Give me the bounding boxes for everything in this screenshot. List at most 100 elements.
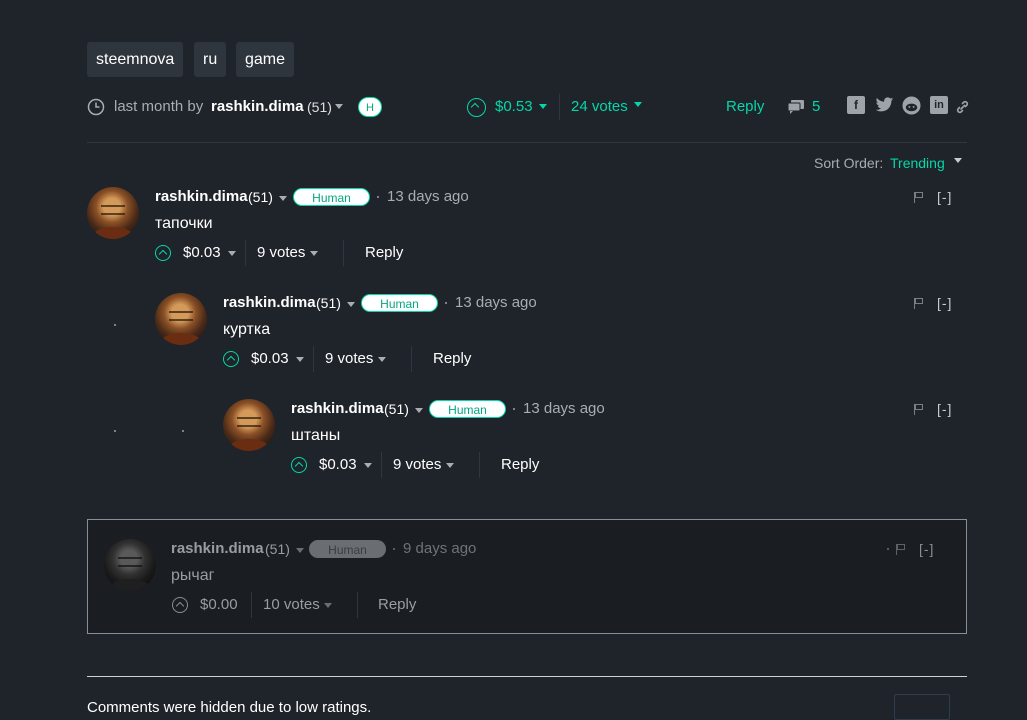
author-rep: (51): [384, 401, 409, 417]
collapse-toggle[interactable]: [-]: [937, 189, 952, 205]
sort-label: Sort Order:: [814, 155, 884, 171]
post-reply-link[interactable]: Reply: [726, 96, 764, 118]
comment-votes[interactable]: 10 votes: [263, 596, 320, 613]
comment-votes[interactable]: 9 votes: [325, 350, 373, 367]
payout-dropdown-icon[interactable]: [296, 357, 304, 362]
tag-steemnova[interactable]: steemnova: [87, 42, 184, 77]
upvote-icon[interactable]: [223, 351, 239, 367]
sort-value[interactable]: Trending: [890, 155, 945, 171]
footer-divider: [87, 676, 967, 677]
comment-payout[interactable]: $0.03: [319, 456, 357, 473]
tag-ru[interactable]: ru: [194, 42, 227, 77]
post-votes[interactable]: 24 votes: [571, 96, 628, 118]
author-rep: (51): [265, 541, 290, 557]
header-divider: [87, 142, 967, 143]
comment-body: рычаг: [171, 567, 215, 584]
author-dropdown-icon[interactable]: [279, 196, 287, 201]
clock-icon: [87, 98, 105, 116]
comment-payout[interactable]: $0.00: [200, 596, 238, 613]
reply-button[interactable]: Reply: [365, 244, 403, 261]
upvote-icon[interactable]: [172, 597, 188, 613]
author-dropdown-icon[interactable]: [347, 302, 355, 307]
facebook-icon[interactable]: f: [847, 96, 865, 114]
twitter-icon[interactable]: [875, 97, 894, 113]
votes-dropdown-icon[interactable]: [378, 357, 386, 362]
comment-author[interactable]: rashkin.dima: [171, 540, 264, 557]
author-rep: (51): [248, 189, 273, 205]
human-badge: Human: [309, 540, 386, 558]
collapse-toggle[interactable]: [-]: [937, 401, 952, 417]
avatar[interactable]: [155, 293, 207, 345]
tag-game[interactable]: game: [236, 42, 295, 77]
reddit-icon[interactable]: [902, 96, 921, 115]
author-dropdown-icon[interactable]: [296, 548, 304, 553]
post-author[interactable]: rashkin.dima: [211, 96, 304, 118]
collapse-toggle[interactable]: [-]: [937, 295, 952, 311]
flag-icon[interactable]: [914, 298, 924, 309]
upvote-icon[interactable]: [291, 457, 307, 473]
reply-separator: [411, 346, 412, 372]
comment-author[interactable]: rashkin.dima: [291, 400, 384, 417]
sort-dropdown-icon[interactable]: [954, 158, 962, 163]
vote-separator: [251, 592, 252, 618]
comment-time: 13 days ago: [455, 294, 537, 311]
vote-separator: [313, 346, 314, 372]
separator-dot: [393, 548, 395, 550]
separator-dot: [887, 548, 889, 550]
thread-dot: [114, 430, 116, 432]
flag-icon[interactable]: [914, 404, 924, 415]
comment-author[interactable]: rashkin.dima: [223, 294, 316, 311]
reply-separator: [479, 452, 480, 478]
thread-dot: [182, 430, 184, 432]
upvote-icon[interactable]: [467, 98, 486, 117]
comment-icon[interactable]: [787, 99, 805, 115]
post-time: last month by: [114, 98, 204, 115]
vote-separator: [381, 452, 382, 478]
post-payout[interactable]: $0.53: [495, 96, 533, 118]
post-author-rep: (51): [307, 99, 332, 115]
human-badge: Human: [361, 294, 438, 312]
comment-payout[interactable]: $0.03: [251, 350, 289, 367]
comment-author[interactable]: rashkin.dima: [155, 188, 248, 205]
author-rep: (51): [316, 295, 341, 311]
votes-dropdown-icon[interactable]: [324, 603, 332, 608]
reply-button[interactable]: Reply: [501, 456, 539, 473]
comment-body: куртка: [223, 321, 271, 338]
comment-count[interactable]: 5: [812, 96, 820, 118]
flag-icon[interactable]: [914, 192, 924, 203]
hidden-comments-notice: Comments were hidden due to low ratings.: [87, 699, 372, 716]
upvote-icon[interactable]: [155, 245, 171, 261]
vote-separator: [245, 240, 246, 266]
avatar[interactable]: [223, 399, 275, 451]
vote-separator: [559, 94, 560, 120]
avatar[interactable]: [104, 539, 156, 591]
comment-time: 13 days ago: [387, 188, 469, 205]
comment-body: тапочки: [155, 215, 213, 232]
avatar[interactable]: [87, 187, 139, 239]
human-badge: Human: [293, 188, 370, 206]
flag-icon[interactable]: [896, 544, 906, 555]
comment-body: штаны: [291, 427, 341, 444]
reply-separator: [357, 592, 358, 618]
votes-dropdown-icon[interactable]: [310, 251, 318, 256]
comment-votes[interactable]: 9 votes: [393, 456, 441, 473]
comment-votes[interactable]: 9 votes: [257, 244, 305, 261]
link-icon[interactable]: [956, 100, 969, 114]
reply-button[interactable]: Reply: [433, 350, 471, 367]
thread-dot: [114, 324, 116, 326]
show-hidden-button[interactable]: [894, 694, 950, 720]
votes-dropdown-icon[interactable]: [634, 102, 642, 107]
payout-dropdown-icon[interactable]: [228, 251, 236, 256]
human-badge: H: [358, 97, 382, 117]
comment-payout[interactable]: $0.03: [183, 244, 221, 261]
payout-dropdown-icon[interactable]: [539, 104, 547, 109]
linkedin-icon[interactable]: in: [930, 96, 948, 114]
reply-button[interactable]: Reply: [378, 596, 416, 613]
author-dropdown-icon[interactable]: [415, 408, 423, 413]
author-dropdown-icon[interactable]: [335, 104, 343, 109]
comment-time: 9 days ago: [403, 540, 477, 557]
payout-dropdown-icon[interactable]: [364, 463, 372, 468]
collapse-toggle[interactable]: [-]: [919, 541, 934, 557]
votes-dropdown-icon[interactable]: [446, 463, 454, 468]
comment-time: 13 days ago: [523, 400, 605, 417]
